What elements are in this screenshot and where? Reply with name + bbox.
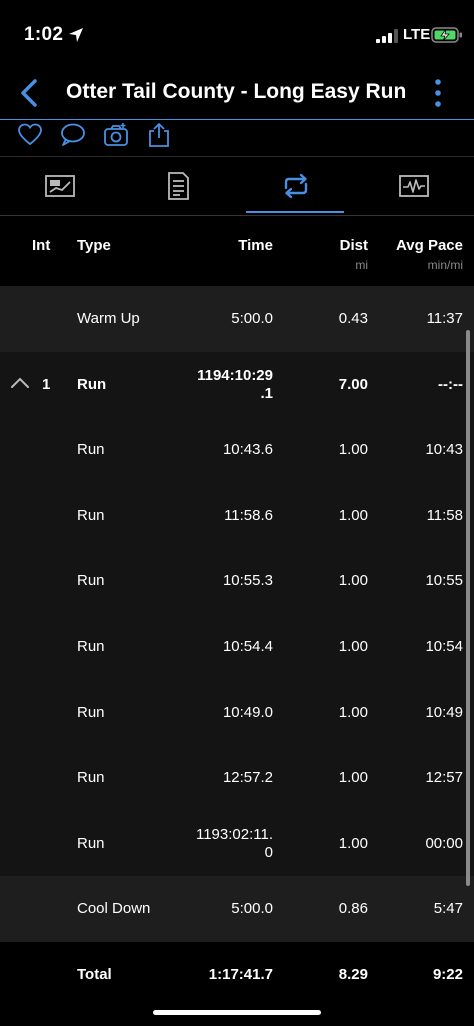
back-chevron-icon[interactable] xyxy=(18,78,40,108)
row-time: 12:57.2 xyxy=(222,769,273,787)
row-pace: 12:57 xyxy=(425,769,463,787)
table-row[interactable]: 1 Run 1194:10:29 .1 7.00 --:-- xyxy=(0,351,474,418)
table-row: Warm Up 5:00.0 0.43 11:37 xyxy=(0,286,474,352)
activity-graph-icon xyxy=(399,175,429,197)
row-dist: 0.86 xyxy=(338,900,368,918)
row-time: 5:00.0 xyxy=(231,900,273,918)
row-time: 10:43.6 xyxy=(222,441,273,459)
table-row: Run 10:54.4 1.00 10:54 xyxy=(0,614,474,680)
row-dist: 1.00 xyxy=(338,441,368,459)
header-dist: Dist xyxy=(339,237,368,254)
status-bar: 1:02 LTE xyxy=(0,0,474,70)
header-time: Time xyxy=(238,237,273,254)
row-pace: 10:49 xyxy=(425,703,463,721)
tab-details[interactable] xyxy=(118,157,236,215)
row-dist: 1.00 xyxy=(338,506,368,524)
chevron-up-icon[interactable] xyxy=(10,376,30,390)
add-photo-icon[interactable] xyxy=(103,122,129,148)
total-time: 1:17:41.7 xyxy=(208,966,273,983)
header-int: Int xyxy=(32,237,51,254)
row-time: 1193:02:11. 0 xyxy=(195,825,273,861)
location-arrow-icon xyxy=(69,28,83,42)
comment-icon[interactable] xyxy=(60,122,86,148)
total-pace: 9:22 xyxy=(432,966,463,983)
row-time: 10:55.3 xyxy=(222,572,273,590)
row-dist: 1.00 xyxy=(338,638,368,655)
table-row: Run 10:43.6 1.00 10:43 xyxy=(0,417,474,484)
row-dist: 7.00 xyxy=(338,375,368,393)
row-pace: 10:55 xyxy=(425,572,463,590)
page-title: Otter Tail County - Long Easy Run xyxy=(66,80,407,103)
row-pace: 10:54 xyxy=(425,638,463,655)
table-row: Run 1193:02:11. 0 1.00 00:00 xyxy=(0,810,474,877)
laps-loop-icon xyxy=(284,173,308,199)
cellular-signal-icon xyxy=(376,29,398,43)
tab-divider xyxy=(0,215,474,216)
heart-icon[interactable] xyxy=(17,122,43,148)
row-time: 10:49.0 xyxy=(222,703,273,721)
tab-summary[interactable] xyxy=(0,157,118,215)
navigation-bar: Otter Tail County - Long Easy Run xyxy=(0,70,474,120)
tab-bar xyxy=(0,157,474,215)
row-time: 11:58.6 xyxy=(224,506,273,524)
row-dist: 1.00 xyxy=(338,703,368,721)
row-dist: 1.00 xyxy=(338,769,368,787)
row-int: 1 xyxy=(42,375,51,393)
row-time: 1194:10:29 .1 xyxy=(197,366,273,402)
row-dist: 1.00 xyxy=(338,834,368,852)
row-time: 10:54.4 xyxy=(222,638,273,655)
table-row: Run 10:55.3 1.00 10:55 xyxy=(0,548,474,615)
tab-laps[interactable] xyxy=(236,157,354,215)
summary-chart-icon xyxy=(45,175,75,197)
row-pace: 00:00 xyxy=(425,834,463,852)
scrollbar[interactable] xyxy=(466,330,470,886)
row-pace: 11:58 xyxy=(426,506,463,524)
row-dist: 1.00 xyxy=(338,572,368,590)
row-pace: 5:47 xyxy=(433,900,463,918)
row-pace: 10:43 xyxy=(425,441,463,459)
header-pace: Avg Pace xyxy=(396,237,463,254)
header-dist-unit: mi xyxy=(355,258,368,272)
table-row: Run 11:58.6 1.00 11:58 xyxy=(0,482,474,549)
table-row: Run 12:57.2 1.00 12:57 xyxy=(0,745,474,812)
table-row: Run 10:49.0 1.00 10:49 xyxy=(0,679,474,746)
table-header: Int Type Time Dist mi Avg Pace min/mi xyxy=(0,220,474,286)
table-row: Cool Down 5:00.0 0.86 5:47 xyxy=(0,876,474,943)
battery-charging-icon xyxy=(431,27,462,43)
total-row: Total 1:17:41.7 8.29 9:22 xyxy=(0,942,474,1008)
status-time: 1:02 xyxy=(24,24,64,45)
total-dist: 8.29 xyxy=(338,966,368,983)
row-time: 5:00.0 xyxy=(231,310,273,327)
tab-charts[interactable] xyxy=(354,157,472,215)
action-toolbar xyxy=(0,120,474,150)
network-type: LTE xyxy=(403,26,431,43)
share-icon[interactable] xyxy=(146,122,172,148)
row-dist: 0.43 xyxy=(338,310,368,327)
row-pace: --:-- xyxy=(438,375,463,393)
row-pace: 11:37 xyxy=(426,310,463,327)
home-indicator[interactable] xyxy=(153,1010,321,1015)
more-options-icon[interactable] xyxy=(431,76,445,110)
document-list-icon xyxy=(168,172,189,200)
header-pace-unit: min/mi xyxy=(427,258,463,272)
